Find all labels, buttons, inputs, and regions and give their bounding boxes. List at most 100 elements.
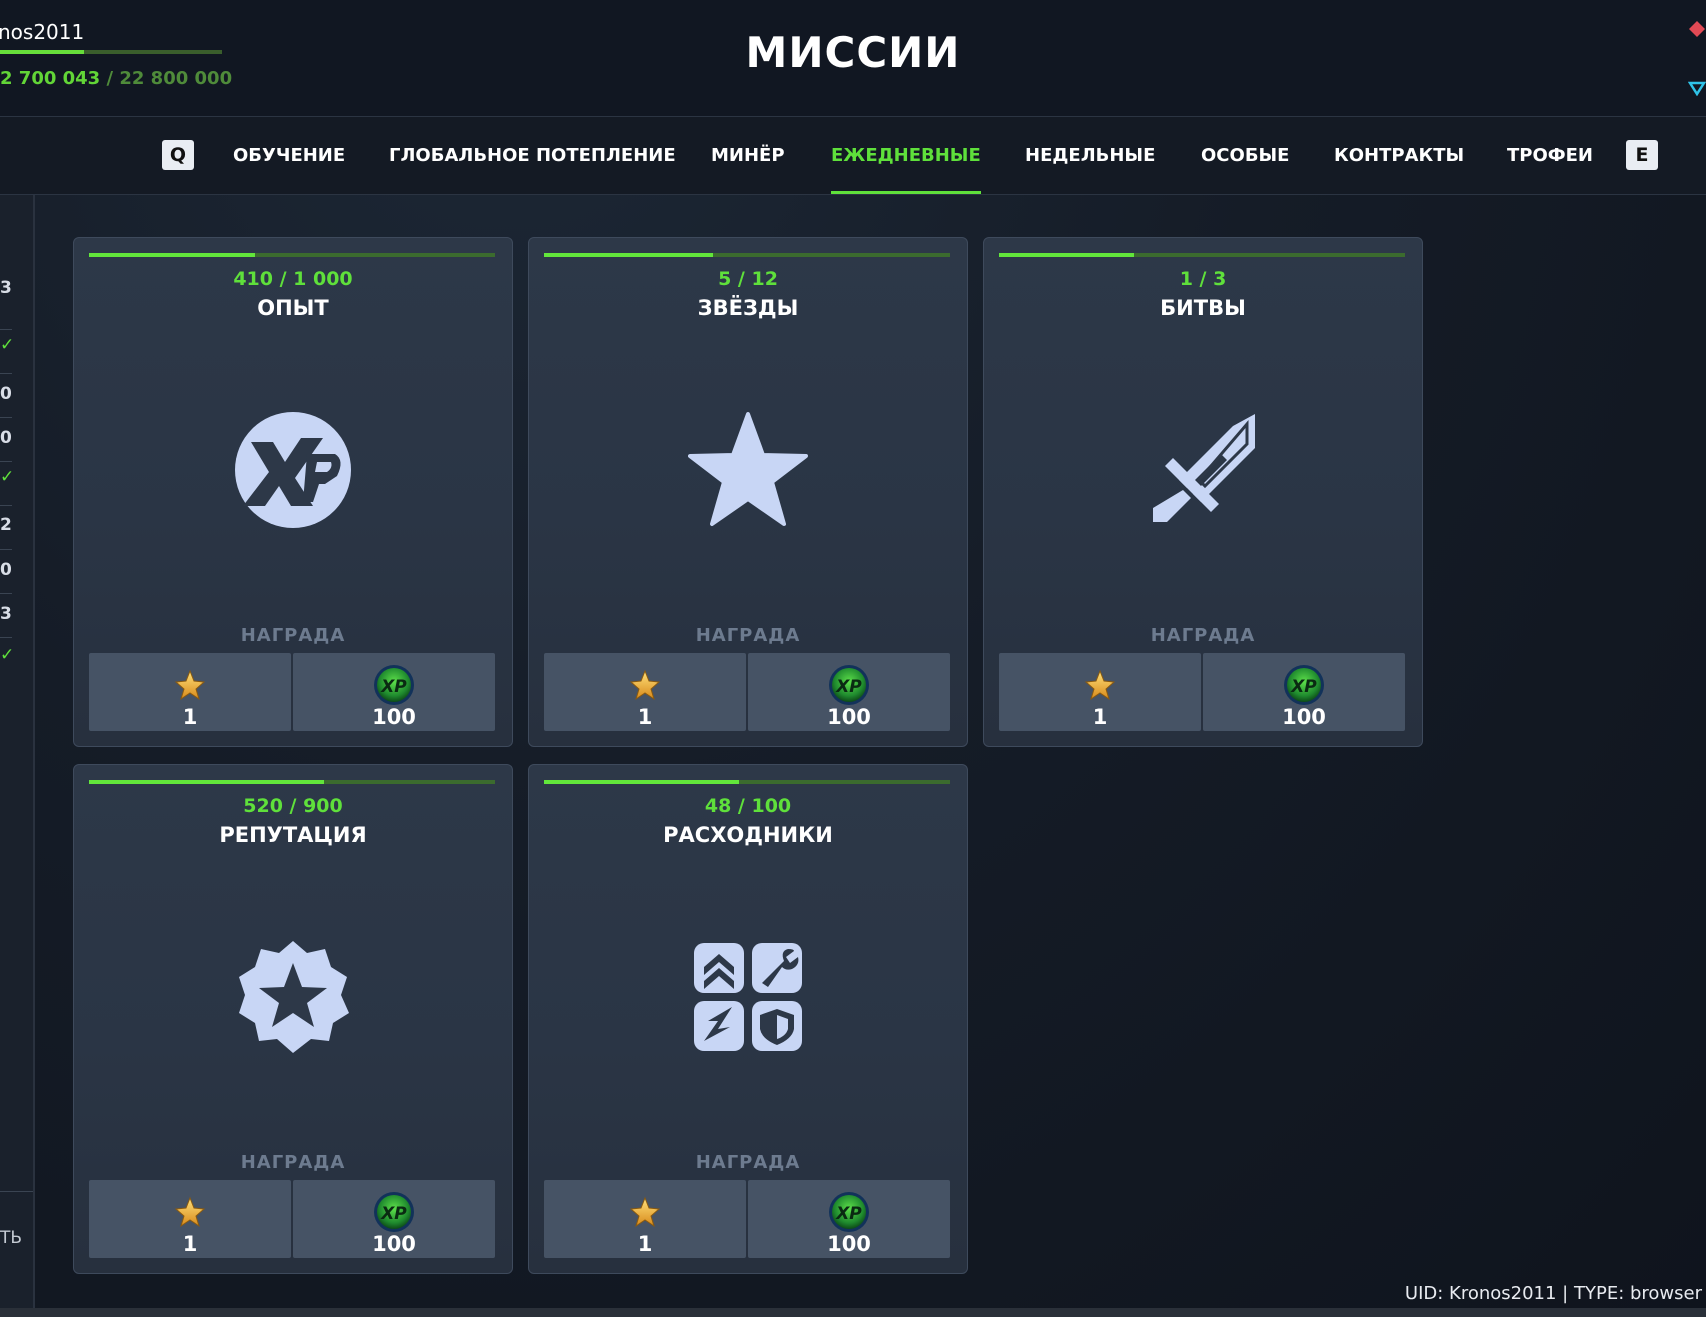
svg-text:XP: XP [380, 1204, 407, 1224]
mission-progress-bar [999, 253, 1405, 257]
reward-star-box: 1 [89, 1180, 291, 1258]
mission-tabs: Q ОБУЧЕНИЕ ГЛОБАЛЬНОЕ ПОТЕПЛЕНИЕ МИНЁР Е… [0, 117, 1706, 195]
top-bar: nos2011 2 700 043 / 22 800 000 МИССИИ [0, 0, 1706, 117]
mission-progress-text: 48 / 100 [704, 795, 792, 817]
mission-progress-fill [89, 780, 324, 784]
reward-star-box: 1 [89, 653, 291, 731]
left-panel-divider [0, 373, 12, 374]
left-panel-item[interactable]: 3 [0, 604, 12, 624]
mission-name: РАСХОДНИКИ [663, 823, 833, 847]
left-panel-divider [0, 505, 12, 506]
svg-text:XP: XP [835, 677, 862, 697]
uid-footer: UID: Kronos2011 | TYPE: browser [1404, 1283, 1702, 1304]
tab-contracts[interactable]: КОНТРАКТЫ [1334, 117, 1464, 194]
reward-star-amount: 1 [637, 1232, 653, 1256]
mission-name: БИТВЫ [1160, 296, 1246, 320]
star-icon [688, 412, 808, 526]
left-panel-item[interactable]: ✓ [0, 645, 14, 665]
reward-xp-box: XP 100 [748, 653, 950, 731]
left-panel-divider [0, 417, 12, 418]
reward-label: НАГРАДА [240, 625, 346, 646]
tab-trophies[interactable]: ТРОФЕИ [1507, 117, 1593, 194]
mission-card-consumables[interactable]: 48 / 100 РАСХОДНИКИ НАГРАДА 1 XP 100 [528, 764, 968, 1274]
reward-star-box: 1 [544, 1180, 746, 1258]
mission-progress-text: 1 / 3 [1179, 268, 1227, 290]
star-reward-icon [629, 669, 661, 701]
left-panel-item[interactable]: 3 [0, 278, 12, 298]
left-panel-divider [0, 329, 12, 330]
xp-reward-icon: XP [829, 1192, 869, 1232]
xp-reward-icon: XP [374, 665, 414, 705]
xp-icon [235, 412, 351, 528]
diamond-icon [1688, 81, 1706, 96]
reward-label: НАГРАДА [240, 1152, 346, 1173]
left-panel-item[interactable]: ✓ [0, 335, 14, 355]
left-panel-item[interactable]: 2 [0, 515, 12, 535]
star-reward-icon [174, 1196, 206, 1228]
mission-card-reputation[interactable]: 520 / 900 РЕПУТАЦИЯ НАГРАДА 1 XP 100 [73, 764, 513, 1274]
left-panel-item[interactable]: 0 [0, 560, 12, 580]
reward-xp-amount: 100 [372, 1232, 416, 1256]
reward-star-amount: 1 [637, 705, 653, 729]
mission-progress-fill [544, 253, 714, 257]
mission-progress-bar [544, 253, 950, 257]
svg-text:XP: XP [380, 677, 407, 697]
tab-weekly[interactable]: НЕДЕЛЬНЫЕ [1025, 117, 1155, 194]
reward-star-box: 1 [999, 653, 1201, 731]
page-title: МИССИИ [745, 28, 961, 77]
left-panel-bottom-label[interactable]: ТЬ [0, 1228, 22, 1248]
prev-tab-key[interactable]: Q [162, 140, 194, 170]
left-side-panel: 3 ✓ 0 0 ✓ 2 0 3 ✓ ТЬ [0, 195, 35, 1310]
tab-daily[interactable]: ЕЖЕДНЕВНЫЕ [831, 117, 981, 194]
mission-progress-bar [544, 780, 950, 784]
mission-progress-text: 5 / 12 [718, 268, 778, 290]
left-panel-divider [0, 1191, 33, 1192]
left-panel-divider [0, 637, 12, 638]
reward-xp-box: XP 100 [293, 1180, 495, 1258]
mission-card-battles[interactable]: 1 / 3 БИТВЫ НАГРАДА 1 XP 100 [983, 237, 1423, 747]
reward-xp-amount: 100 [827, 705, 871, 729]
mission-progress-fill [544, 780, 739, 784]
star-reward-icon [629, 1196, 661, 1228]
svg-text:XP: XP [1290, 677, 1317, 697]
star-reward-icon [1084, 669, 1116, 701]
reward-xp-box: XP 100 [1203, 653, 1405, 731]
reward-star-amount: 1 [182, 705, 198, 729]
reward-label: НАГРАДА [695, 1152, 801, 1173]
mission-progress-text: 520 / 900 [243, 795, 343, 817]
reward-star-amount: 1 [1092, 705, 1108, 729]
left-panel-item[interactable]: ✓ [0, 467, 14, 487]
mission-progress-bar [89, 780, 495, 784]
tab-special[interactable]: ОСОБЫЕ [1201, 117, 1289, 194]
left-panel-divider [0, 461, 12, 462]
sword-icon [1153, 414, 1255, 522]
reward-xp-amount: 100 [372, 705, 416, 729]
tab-global-warming[interactable]: ГЛОБАЛЬНОЕ ПОТЕПЛЕНИЕ [389, 117, 676, 194]
xp-reward-icon: XP [374, 1192, 414, 1232]
reputation-badge-icon [239, 941, 349, 1053]
mission-name: ОПЫТ [257, 296, 329, 320]
reward-xp-amount: 100 [1282, 705, 1326, 729]
reward-xp-box: XP 100 [293, 653, 495, 731]
tab-training[interactable]: ОБУЧЕНИЕ [233, 117, 345, 194]
mission-name: РЕПУТАЦИЯ [219, 823, 367, 847]
star-reward-icon [174, 669, 206, 701]
svg-text:XP: XP [835, 1204, 862, 1224]
mission-card-stars[interactable]: 5 / 12 ЗВЁЗДЫ НАГРАДА 1 XP 100 [528, 237, 968, 747]
next-tab-key[interactable]: E [1626, 140, 1658, 170]
reward-label: НАГРАДА [1150, 625, 1256, 646]
reward-star-box: 1 [544, 653, 746, 731]
mission-name: ЗВЁЗДЫ [697, 296, 799, 320]
reward-xp-box: XP 100 [748, 1180, 950, 1258]
mission-card-experience[interactable]: 410 / 1 000 ОПЫТ НАГРАДА 1 XP 100 [73, 237, 513, 747]
mission-progress-text: 410 / 1 000 [233, 268, 353, 290]
consumables-icon [694, 943, 802, 1051]
left-panel-item[interactable]: 0 [0, 384, 12, 404]
left-panel-item[interactable]: 0 [0, 428, 12, 448]
tab-sapper[interactable]: МИНЁР [711, 117, 785, 194]
bottom-strip [0, 1308, 1706, 1317]
mission-progress-fill [89, 253, 256, 257]
ruby-icon [1689, 21, 1705, 37]
reward-label: НАГРАДА [695, 625, 801, 646]
xp-reward-icon: XP [1284, 665, 1324, 705]
